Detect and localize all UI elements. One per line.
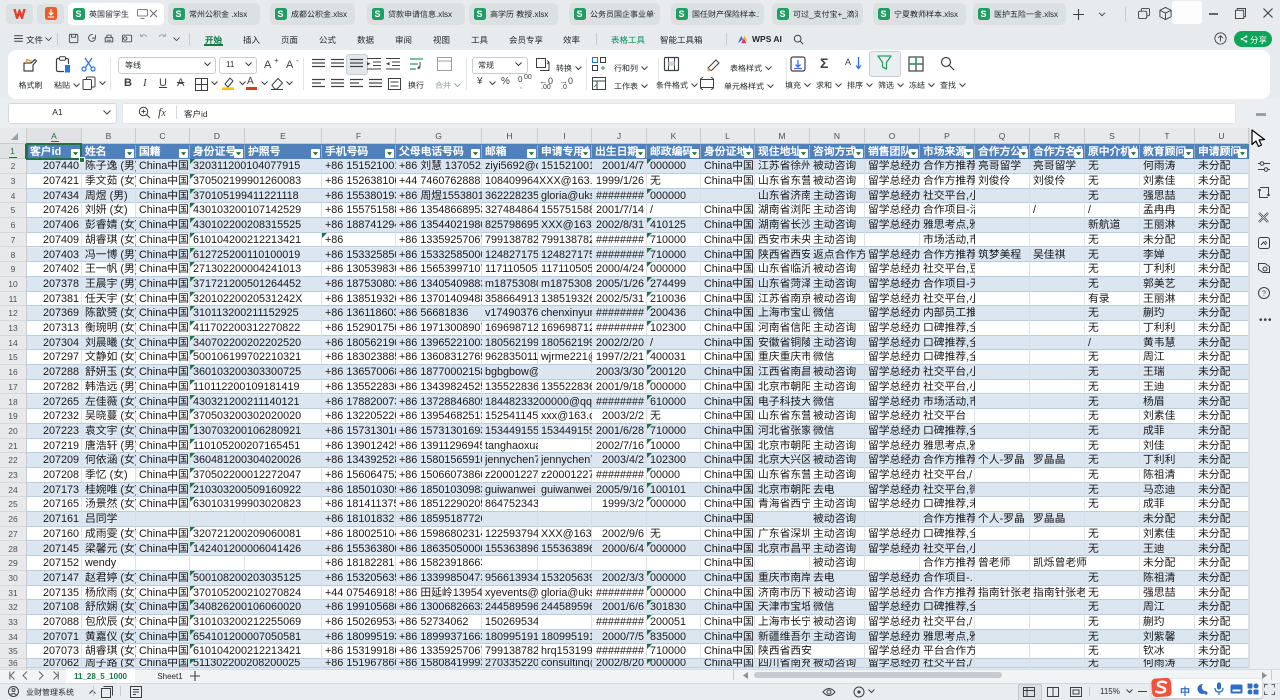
svg-text:?: ? bbox=[1262, 289, 1266, 298]
